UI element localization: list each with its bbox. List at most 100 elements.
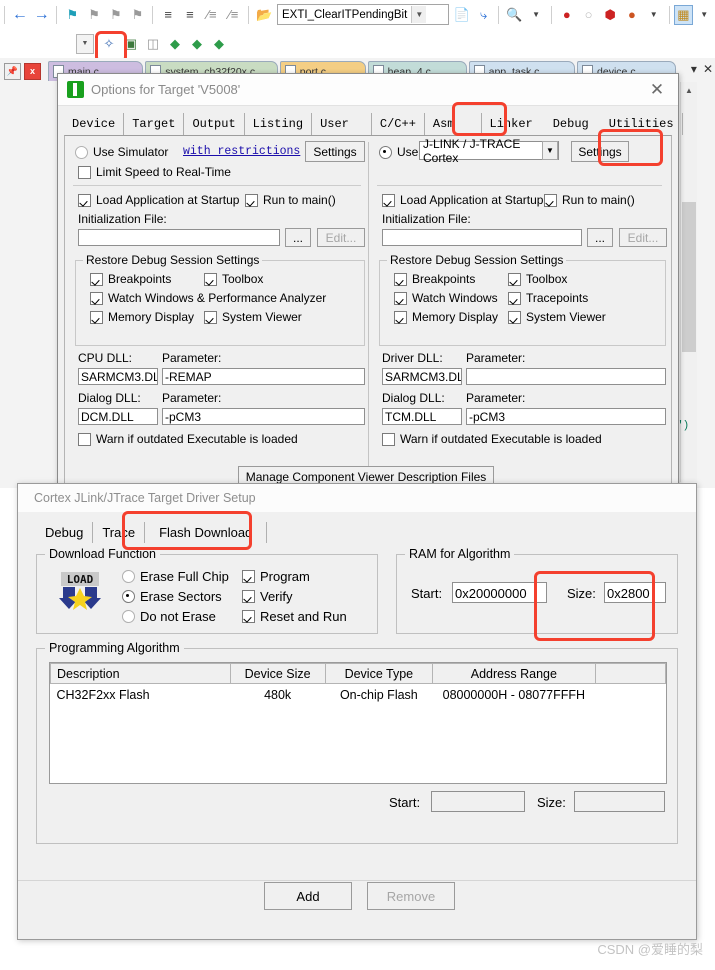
magnifier-dropdown-icon[interactable]: ▼ (525, 4, 547, 26)
restore-breakpoints-checkbox[interactable]: Breakpoints (90, 272, 171, 286)
with-restrictions-link[interactable]: with restrictions (183, 145, 300, 158)
restore-watch-windows-checkbox[interactable]: Watch Windows & Performance Analyzer (90, 291, 326, 305)
tab-debug[interactable]: Debug (540, 113, 601, 135)
load-app-checkbox[interactable]: Load Application at Startup (78, 193, 239, 207)
restore-system-viewer-checkbox[interactable]: System Viewer (204, 310, 302, 324)
restore-memory-display-checkbox-right[interactable]: Memory Display (394, 310, 498, 324)
indent-icon[interactable]: ≡ (157, 4, 179, 26)
tab-device[interactable]: Device (64, 113, 125, 135)
window-layout-dropdown-icon[interactable]: ▼ (693, 4, 715, 26)
batch-rebuild-icon[interactable]: ◆ (186, 33, 208, 55)
restore-system-viewer-checkbox-right[interactable]: System Viewer (508, 310, 606, 324)
warn-outdated-checkbox-left[interactable]: Warn if outdated Executable is loaded (78, 432, 298, 446)
algorithm-start-input[interactable] (431, 791, 525, 812)
dialog-dll-input-right[interactable]: TCM.DLL (382, 408, 462, 425)
dialog-parameter-input-right[interactable]: -pCM3 (466, 408, 666, 425)
tab-close-icon[interactable]: ✕ (703, 62, 713, 76)
driver-settings-button[interactable]: Settings (571, 141, 629, 162)
tab-cpp[interactable]: C/C++ (372, 113, 425, 135)
symbol-search-combo[interactable]: EXTI_ClearITPendingBit ▼ (277, 4, 449, 25)
pin-icon[interactable]: 📌 (4, 62, 21, 80)
do-not-erase-radio[interactable]: Do not Erase (122, 609, 216, 624)
table-row[interactable]: CH32F2xx Flash 480k On-chip Flash 080000… (50, 683, 666, 705)
warn-outdated-checkbox-right[interactable]: Warn if outdated Executable is loaded (382, 432, 602, 446)
breakpoint-conditional-icon[interactable]: ⬢ (599, 4, 621, 26)
tab-linker[interactable]: Linker (482, 113, 541, 135)
outdent-icon[interactable]: ≡ (179, 4, 201, 26)
restore-breakpoints-checkbox-right[interactable]: Breakpoints (394, 272, 475, 286)
tab-asm[interactable]: Asm (425, 113, 482, 135)
restore-tracepoints-checkbox[interactable]: Tracepoints (508, 291, 588, 305)
chevron-down-icon[interactable]: ▼ (411, 6, 427, 23)
bookmark-icon[interactable]: ⚑ (61, 4, 83, 26)
breakpoint-icon[interactable]: ● (556, 4, 578, 26)
tab-user[interactable]: User (312, 113, 372, 135)
close-icon[interactable]: ✕ (640, 76, 674, 104)
add-button[interactable]: Add (264, 882, 352, 910)
folder-open-icon[interactable]: 📂 (253, 4, 275, 26)
reset-and-run-checkbox[interactable]: Reset and Run (242, 609, 347, 624)
use-simulator-radio[interactable]: Use Simulator (75, 145, 168, 159)
batch-build-icon[interactable]: ◆ (164, 33, 186, 55)
cpu-dll-input[interactable]: SARMCM3.DLL (78, 368, 158, 385)
breakpoint-kill-all-icon[interactable]: ● (621, 4, 643, 26)
multi-project-icon[interactable]: ◫ (142, 33, 164, 55)
restore-watch-windows-checkbox-right[interactable]: Watch Windows (394, 291, 498, 305)
tab-listing[interactable]: Listing (245, 113, 313, 135)
driver-dll-input[interactable]: SARMCM3.DLL (382, 368, 462, 385)
tab-trace[interactable]: Trace (93, 522, 146, 543)
batch-clean-icon[interactable]: ◆ (208, 33, 230, 55)
window-layout-icon[interactable]: ▦ (673, 4, 694, 25)
limit-speed-checkbox[interactable]: Limit Speed to Real-Time (78, 165, 231, 179)
breakpoint-dropdown-icon[interactable]: ▼ (643, 4, 665, 26)
find-in-files-icon[interactable]: ⤷ (473, 4, 495, 26)
run-to-main-checkbox[interactable]: Run to main() (245, 193, 336, 207)
programming-algorithm-table[interactable]: Description Device Size Device Type Addr… (49, 662, 667, 784)
scroll-up-icon[interactable]: ▲ (681, 82, 697, 98)
insert-definition-icon[interactable]: 📄 (451, 4, 473, 26)
uncomment-icon[interactable]: ⁄≡ (223, 4, 245, 26)
bookmark-clear-icon[interactable]: ⚑ (127, 4, 149, 26)
target-options-wizard-icon[interactable]: ✧ (98, 33, 120, 55)
bookmark-prev-icon[interactable]: ⚑ (83, 4, 105, 26)
breakpoint-disabled-icon[interactable]: ○ (578, 4, 600, 26)
magnifier-icon[interactable]: 🔍 (503, 4, 525, 26)
close-icon[interactable]: x (24, 62, 41, 80)
bookmark-next-icon[interactable]: ⚑ (105, 4, 127, 26)
erase-sectors-radio[interactable]: Erase Sectors (122, 589, 222, 604)
simulator-settings-button[interactable]: Settings (305, 141, 365, 162)
restore-toolbox-checkbox-right[interactable]: Toolbox (508, 272, 567, 286)
toolbar-overflow-chevron-icon[interactable]: ▼ (76, 33, 94, 54)
scrollbar-thumb[interactable] (682, 202, 696, 352)
use-driver-radio[interactable]: Use: (379, 145, 422, 159)
ram-size-input[interactable]: 0x2800 (604, 582, 666, 603)
comment-icon[interactable]: ⁄≡ (201, 4, 223, 26)
verify-checkbox[interactable]: Verify (242, 589, 293, 604)
back-arrow-icon[interactable]: ← (9, 4, 31, 26)
tab-target[interactable]: Target (124, 113, 185, 135)
init-file-input[interactable] (78, 229, 280, 246)
dialog-parameter-input[interactable]: -pCM3 (162, 408, 365, 425)
init-file-browse-button-right[interactable]: ... (587, 228, 613, 247)
tab-debug[interactable]: Debug (36, 522, 94, 543)
init-file-browse-button[interactable]: ... (285, 228, 311, 247)
tab-utilities[interactable]: Utilities (601, 113, 683, 135)
tab-list-dropdown-icon[interactable]: ▾ (691, 62, 697, 76)
manage-project-items-icon[interactable]: ▣ (120, 33, 142, 55)
cpu-parameter-input[interactable]: -REMAP (162, 368, 365, 385)
forward-arrow-icon[interactable]: → (31, 4, 53, 26)
tab-flash-download[interactable]: Flash Download (145, 522, 268, 543)
driver-parameter-input[interactable] (466, 368, 666, 385)
erase-full-chip-radio[interactable]: Erase Full Chip (122, 569, 229, 584)
algorithm-size-input[interactable] (574, 791, 665, 812)
init-file-input-right[interactable] (382, 229, 582, 246)
restore-toolbox-checkbox[interactable]: Toolbox (204, 272, 263, 286)
run-to-main-checkbox-right[interactable]: Run to main() (544, 193, 635, 207)
ram-start-input[interactable]: 0x20000000 (452, 582, 547, 603)
tab-output[interactable]: Output (184, 113, 245, 135)
dialog-dll-input[interactable]: DCM.DLL (78, 408, 158, 425)
load-app-checkbox-right[interactable]: Load Application at Startup (382, 193, 543, 207)
debug-driver-select[interactable]: J-LINK / J-TRACE Cortex ▼ (419, 137, 559, 165)
program-checkbox[interactable]: Program (242, 569, 310, 584)
chevron-down-icon[interactable]: ▼ (542, 141, 558, 160)
